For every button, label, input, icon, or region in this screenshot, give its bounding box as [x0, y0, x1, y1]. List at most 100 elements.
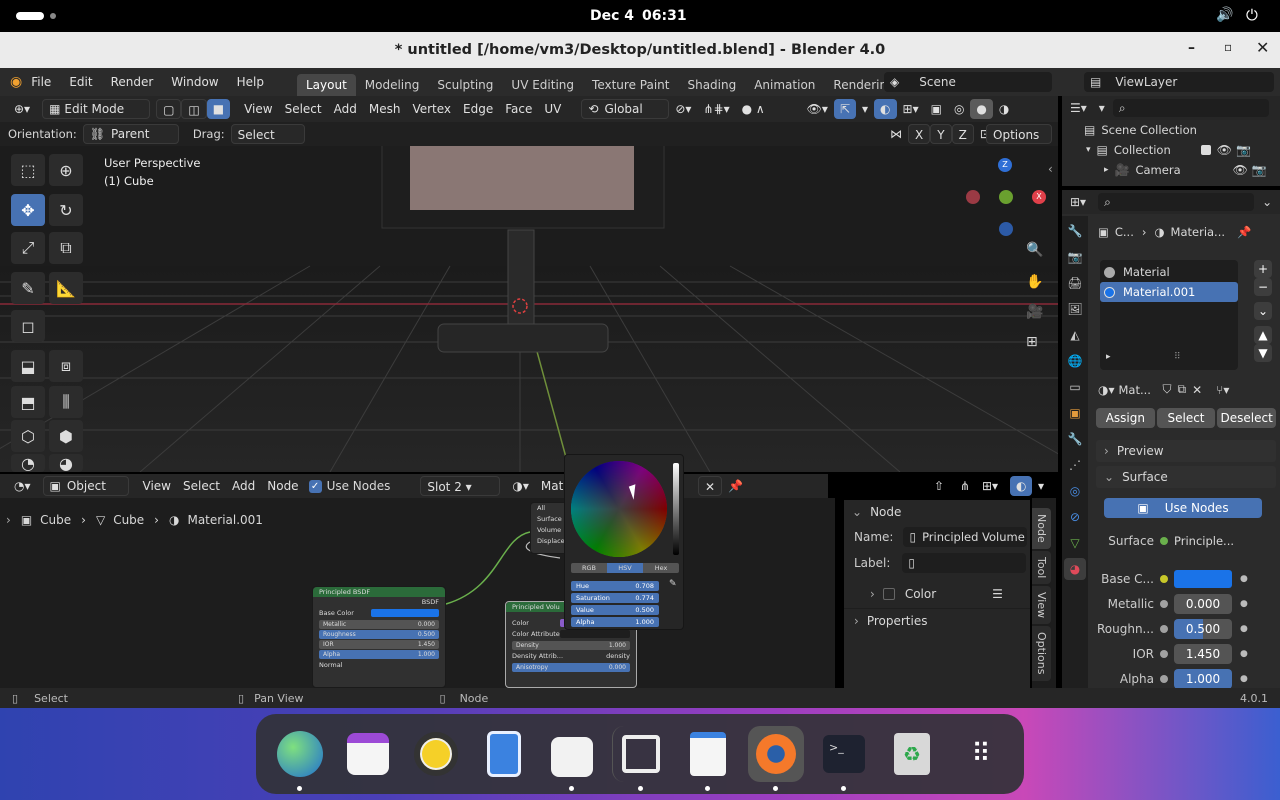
camera-eye-icon[interactable]: 👁: [1233, 163, 1248, 177]
pan-hand-icon[interactable]: ✋: [1026, 274, 1043, 290]
screenshot-icon[interactable]: [612, 726, 668, 791]
workspace-tab-layout[interactable]: Layout: [296, 74, 356, 96]
workspace-tab-animation[interactable]: Animation: [745, 74, 824, 96]
notes-icon[interactable]: [476, 726, 532, 782]
bsdf-roughness-field[interactable]: Roughness 0.500: [319, 630, 439, 639]
camera-render-icon[interactable]: 📷: [1236, 143, 1251, 157]
volume-anisotropy-field[interactable]: Anisotropy 0.000: [512, 663, 630, 672]
fake-user-icon[interactable]: ⛉: [1163, 382, 1172, 397]
principled-bsdf-node[interactable]: Principled BSDF BSDF Base Color Metallic…: [312, 586, 446, 688]
gizmo-dropdown-icon[interactable]: ▾: [856, 99, 874, 119]
use-nodes-button[interactable]: ▣ Use Nodes: [1104, 498, 1262, 518]
scene-tab-icon[interactable]: ◭: [1064, 324, 1086, 346]
volume-density-field[interactable]: Density 1.000: [512, 641, 630, 650]
volume-color-attribute-field[interactable]: [560, 630, 630, 638]
node-label-field[interactable]: ▯: [902, 553, 1027, 573]
alpha-keyframe-icon[interactable]: ●: [1240, 674, 1248, 684]
object-tab-icon[interactable]: ▣: [1064, 402, 1086, 424]
bevel-icon[interactable]: ⬒: [11, 386, 45, 418]
poly-build-icon[interactable]: ⬢: [49, 420, 83, 452]
material-slot-list[interactable]: Material Material.001 ▸ ⠿: [1100, 260, 1238, 370]
bsdf-ior-field[interactable]: IOR 1.450: [319, 640, 439, 649]
color-picker-popup[interactable]: RGB HSV Hex Hue 0.708 Saturation 0.774 Val…: [564, 454, 684, 630]
power-icon[interactable]: ⏻: [1246, 6, 1258, 24]
mirror-icon[interactable]: ⋈: [884, 124, 908, 144]
eye-icon[interactable]: 👁: [1217, 143, 1232, 157]
render-tab-icon[interactable]: 📷: [1064, 246, 1086, 268]
hex-tab[interactable]: Hex: [643, 563, 679, 573]
hsv-tab[interactable]: HSV: [607, 563, 643, 573]
viewport-menu-mesh[interactable]: Mesh: [363, 99, 407, 119]
text-editor-icon[interactable]: [680, 726, 736, 791]
close-icon[interactable]: ✕: [1256, 38, 1269, 57]
workspace-tab-modeling[interactable]: Modeling: [356, 74, 429, 96]
snap-icon[interactable]: ⋔⋕▾: [697, 99, 735, 119]
hue-field[interactable]: Hue 0.708: [571, 581, 659, 591]
bsdf-output-socket[interactable]: BSDF: [422, 597, 439, 608]
transform-orientation-dropdown[interactable]: ⟲ Global: [581, 99, 670, 119]
camera-view-icon[interactable]: 🎥: [1026, 304, 1043, 320]
spin-icon[interactable]: ◔: [11, 454, 45, 473]
deselect-button[interactable]: Deselect: [1217, 408, 1277, 428]
material-browse-icon[interactable]: ◑▾: [506, 476, 535, 496]
wireframe-shading-icon[interactable]: ◎: [948, 99, 970, 119]
slot-list-expand-icon[interactable]: ▸: [1106, 352, 1111, 362]
tab-options[interactable]: Options: [1032, 626, 1051, 681]
inset-icon[interactable]: ⧈: [49, 350, 83, 382]
particles-tab-icon[interactable]: ⋰: [1064, 454, 1086, 476]
props-pin-icon[interactable]: 📌: [1237, 225, 1251, 239]
output-tab-icon[interactable]: 🖨: [1064, 272, 1086, 294]
breadcrumb-toggle-icon[interactable]: ›: [6, 513, 11, 527]
resize-handle-icon[interactable]: ⠿: [1174, 352, 1181, 362]
menu-file[interactable]: File: [22, 68, 60, 96]
volume-icon[interactable]: 🔊: [1216, 7, 1233, 23]
tab-view[interactable]: View: [1032, 586, 1051, 625]
constraints-tab-icon[interactable]: ⊘: [1064, 506, 1086, 528]
browser-icon[interactable]: [272, 726, 328, 791]
surface-shader-value[interactable]: Principle...: [1174, 534, 1234, 548]
filter-icon[interactable]: ▾: [1099, 101, 1105, 115]
knife-icon[interactable]: ⬡: [11, 420, 45, 452]
drag-dropdown[interactable]: Select Box: [230, 124, 305, 162]
transform-icon[interactable]: ⧉: [49, 232, 83, 264]
material-slot-item-active[interactable]: Material.001: [1100, 282, 1238, 302]
properties-search-input[interactable]: ⌕: [1098, 193, 1255, 211]
view-layer-tab-icon[interactable]: 🖼: [1064, 298, 1086, 320]
keyframe-dot-icon[interactable]: ●: [1240, 574, 1248, 584]
material-tab-icon[interactable]: ◕: [1064, 558, 1086, 580]
node-overlay-icon[interactable]: ◐: [1010, 476, 1033, 496]
properties-section[interactable]: › Properties: [844, 608, 1030, 632]
volume-color-attribute-row[interactable]: Color Attribute: [506, 629, 636, 640]
value-field[interactable]: Value 0.500: [571, 605, 659, 615]
alpha-field[interactable]: Alpha 1.000: [571, 617, 659, 627]
expand-collection-icon[interactable]: ▾: [1086, 145, 1091, 155]
music-icon[interactable]: [408, 726, 464, 782]
editor-type-icon[interactable]: ⊕▾: [8, 99, 36, 119]
axis-z-toggle[interactable]: Z: [951, 124, 974, 144]
preview-panel[interactable]: › Preview: [1096, 440, 1276, 462]
node-color-row[interactable]: › Color ☰: [844, 580, 1030, 608]
3d-viewport[interactable]: User Perspective (1) Cube Z X ‹ 🔍 ✋ 🎥 ⊞: [0, 146, 1058, 472]
extrude-icon[interactable]: ⬓: [11, 350, 45, 382]
outliner-scene-collection[interactable]: ▤ Scene Collection: [1062, 120, 1280, 140]
axis-x-toggle[interactable]: X: [908, 124, 931, 144]
loop-cut-icon[interactable]: ⫼: [49, 386, 83, 418]
cursor-icon[interactable]: ⊕: [49, 154, 83, 186]
measure-icon[interactable]: 📐: [49, 272, 83, 304]
move-slot-down-icon[interactable]: ▼: [1254, 344, 1272, 362]
node-menu-view[interactable]: View: [137, 476, 177, 496]
eyedropper-icon[interactable]: ✎: [669, 579, 677, 589]
outliner-search-input[interactable]: ⌕: [1112, 99, 1269, 117]
scene-selector[interactable]: ◈ Scene: [884, 72, 1052, 92]
parent-node-icon[interactable]: ⇧: [928, 476, 950, 496]
node-menu-node[interactable]: Node: [261, 476, 304, 496]
bsdf-metallic-field[interactable]: Metallic 0.000: [319, 620, 439, 629]
viewport-menu-edge[interactable]: Edge: [457, 99, 499, 119]
viewport-menu-view[interactable]: View: [238, 99, 278, 119]
pin-icon[interactable]: 📌: [722, 476, 749, 496]
surface-panel[interactable]: ⌄ Surface: [1096, 466, 1276, 488]
roughness-field[interactable]: 0.500: [1174, 619, 1232, 639]
properties-options-icon[interactable]: ⌄: [1262, 195, 1272, 209]
metallic-field[interactable]: 0.000: [1174, 594, 1232, 614]
overlay-icon[interactable]: ◐: [874, 99, 897, 119]
